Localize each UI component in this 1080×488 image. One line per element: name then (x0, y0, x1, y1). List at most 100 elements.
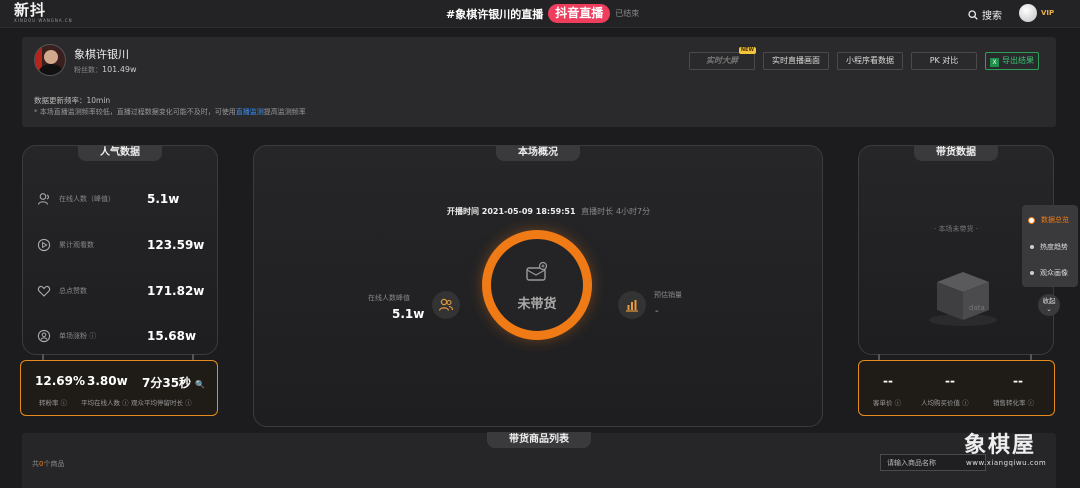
search-button[interactable]: 搜索 (968, 7, 1002, 22)
watermark-sub: www.xiangqiwu.com (966, 459, 1047, 467)
side-nav-label: 观众画像 (1040, 269, 1068, 277)
metric-label: 单场涨粉 ⓘ (59, 332, 97, 340)
live-start-time: 开播时间 2021-05-09 18:59:51 直播时长 4小时7分 (447, 206, 650, 217)
new-tag: NEW (738, 47, 756, 54)
nav-dot (1030, 245, 1034, 249)
realtime-live-view-button[interactable]: 实时直播画面 (763, 52, 829, 70)
duration-label: 直播时长 (581, 207, 614, 216)
popularity-title: 人气数据 (78, 145, 162, 161)
help-icon[interactable]: ⓘ (185, 399, 192, 407)
box-label: data (969, 304, 985, 312)
cart-icon (526, 261, 548, 281)
sub-value: 3.80w (87, 374, 128, 388)
user-avatar[interactable] (1019, 4, 1037, 22)
collapse-button[interactable]: 收起 ⌄ (1038, 294, 1060, 316)
top-bar: 新抖 XINDOU.WANGNA.CN #象棋许银川的直播 抖音直播 已结束 搜… (0, 0, 1080, 28)
sub-value: 7分35秒 🔍 (142, 376, 206, 390)
side-nav: 数据总览 热度趋势 观众画像 (1022, 205, 1078, 287)
excel-icon: X (990, 58, 999, 67)
side-nav-trend[interactable]: 热度趋势 (1030, 242, 1068, 252)
goods-list-panel: 带货商品列表 共0个商品 (22, 432, 1056, 488)
sub-value: 12.69% (35, 374, 85, 388)
monitor-note: * 本场直播监测频率较低，直播过程数据变化可能不及时，可使用直播监测提高监测频率 (34, 107, 306, 117)
search-icon (968, 9, 978, 20)
users-icon-circle (432, 291, 460, 319)
active-dot (1028, 216, 1035, 224)
side-nav-audience[interactable]: 观众画像 (1030, 268, 1068, 278)
live-monitor-link[interactable]: 直播监测 (236, 108, 264, 116)
metric-label: 累计观看数 (59, 241, 94, 249)
user-icon (37, 193, 49, 205)
update-frequency: 数据更新频率：10min (34, 96, 111, 105)
pk-compare-button[interactable]: PK 对比 (911, 52, 977, 70)
play-circle-icon (37, 238, 51, 252)
fans-label: 粉丝数： (74, 66, 102, 74)
help-icon[interactable]: ⓘ (1028, 399, 1035, 407)
start-label: 开播时间 (447, 207, 479, 216)
metric-total-likes: 总点赞数 171.82w (37, 284, 205, 298)
user-plus-icon (37, 329, 51, 343)
metric-total-views: 累计观看数 123.59w (37, 238, 205, 252)
logo-text: 新抖 (14, 1, 47, 19)
help-icon[interactable]: ⓘ (962, 399, 969, 407)
bar-chart-icon (626, 300, 638, 312)
sub-label: 销售转化率 ⓘ (993, 399, 1035, 407)
popularity-panel: 人气数据 在线人数（峰值） 5.1w 累计观看数 123.59w 总点赞数 17… (22, 145, 218, 355)
fans-count: 粉丝数：101.49w (74, 65, 137, 75)
search-detail-icon[interactable]: 🔍 (195, 380, 205, 389)
sub-value: -- (883, 374, 893, 388)
collapse-label: 收起 (1042, 297, 1056, 305)
goods-data-title: 带货数据 (914, 145, 998, 161)
popularity-sub-box: 12.69% 转粉率 ⓘ 3.80w 平均在线人数 ⓘ 7分35秒 🔍 观众平均… (20, 360, 218, 416)
peak-online-label: 在线人数峰值 (368, 294, 410, 302)
anchor-info-panel: 象棋许银川 粉丝数：101.49w 实时大屏 NEW 实时直播画面 小程序看数据… (22, 37, 1056, 127)
metric-value: 15.68w (147, 329, 197, 343)
empty-box-icon: data (929, 272, 997, 326)
mini-program-button[interactable]: 小程序看数据 (837, 52, 903, 70)
help-icon[interactable]: ⓘ (89, 332, 96, 340)
goods-count: 共0个商品 (32, 460, 65, 468)
anchor-name[interactable]: 象棋许银川 (74, 46, 129, 62)
metric-label: 总点赞数 (59, 287, 87, 295)
metric-value: 171.82w (147, 284, 205, 298)
realtime-big-screen-label: 实时大屏 (706, 56, 738, 65)
ring-text: 未带货 (517, 297, 557, 312)
estimated-sales-value: - (655, 306, 659, 317)
metric-fans-gain: 单场涨粉 ⓘ 15.68w (37, 329, 205, 343)
goods-list-title: 带货商品列表 (487, 432, 591, 448)
sub-label: 转粉率 ⓘ (39, 399, 68, 407)
watermark-main: 象棋屋 (964, 433, 1037, 458)
export-button[interactable]: X 导出结果 (985, 52, 1039, 70)
metric-value: 123.59w (147, 238, 205, 252)
overview-title: 本场概况 (496, 145, 580, 161)
live-title: #象棋许银川的直播 (446, 7, 544, 21)
anchor-avatar[interactable] (34, 44, 66, 76)
logo-subtext: XINDOU.WANGNA.CN (14, 18, 73, 23)
metric-label: 在线人数（峰值） (59, 195, 115, 203)
goods-status-ring: 未带货 (482, 230, 592, 340)
sub-label: 客单价 ⓘ (873, 399, 902, 407)
fans-value: 101.49w (102, 65, 137, 74)
duration-value: 4小时7分 (615, 207, 651, 216)
sub-value: -- (945, 374, 955, 388)
side-nav-overview[interactable]: 数据总览 (1028, 215, 1069, 225)
help-icon[interactable]: ⓘ (61, 399, 68, 407)
platform-badge: 抖音直播 (548, 4, 611, 23)
site-watermark: 象棋屋 www.xiangqiwu.com (964, 433, 1064, 473)
logo[interactable]: 新抖 XINDOU.WANGNA.CN (14, 2, 73, 23)
metric-value: 5.1w (147, 192, 180, 206)
note-prefix: * 本场直播监测频率较低，直播过程数据变化可能不及时，可使用 (34, 108, 236, 116)
help-icon[interactable]: ⓘ (122, 399, 129, 407)
sub-value: -- (1013, 374, 1023, 388)
chart-icon-circle (618, 291, 646, 319)
search-label: 搜索 (982, 11, 1002, 22)
overview-panel: 本场概况 开播时间 2021-05-09 18:59:51 直播时长 4小时7分… (253, 145, 823, 427)
realtime-big-screen-button[interactable]: 实时大屏 NEW (689, 47, 756, 70)
note-suffix: 提高监测频率 (263, 108, 306, 116)
nav-dot (1030, 271, 1034, 275)
help-icon[interactable]: ⓘ (895, 399, 902, 407)
action-buttons: 实时大屏 NEW 实时直播画面 小程序看数据 PK 对比 X 导出结果 (689, 47, 1039, 70)
live-status: 已结束 (615, 9, 640, 18)
export-label: 导出结果 (1002, 56, 1034, 65)
goods-sub-box: -- 客单价 ⓘ -- 人均购买价值 ⓘ -- 销售转化率 ⓘ (858, 360, 1055, 416)
